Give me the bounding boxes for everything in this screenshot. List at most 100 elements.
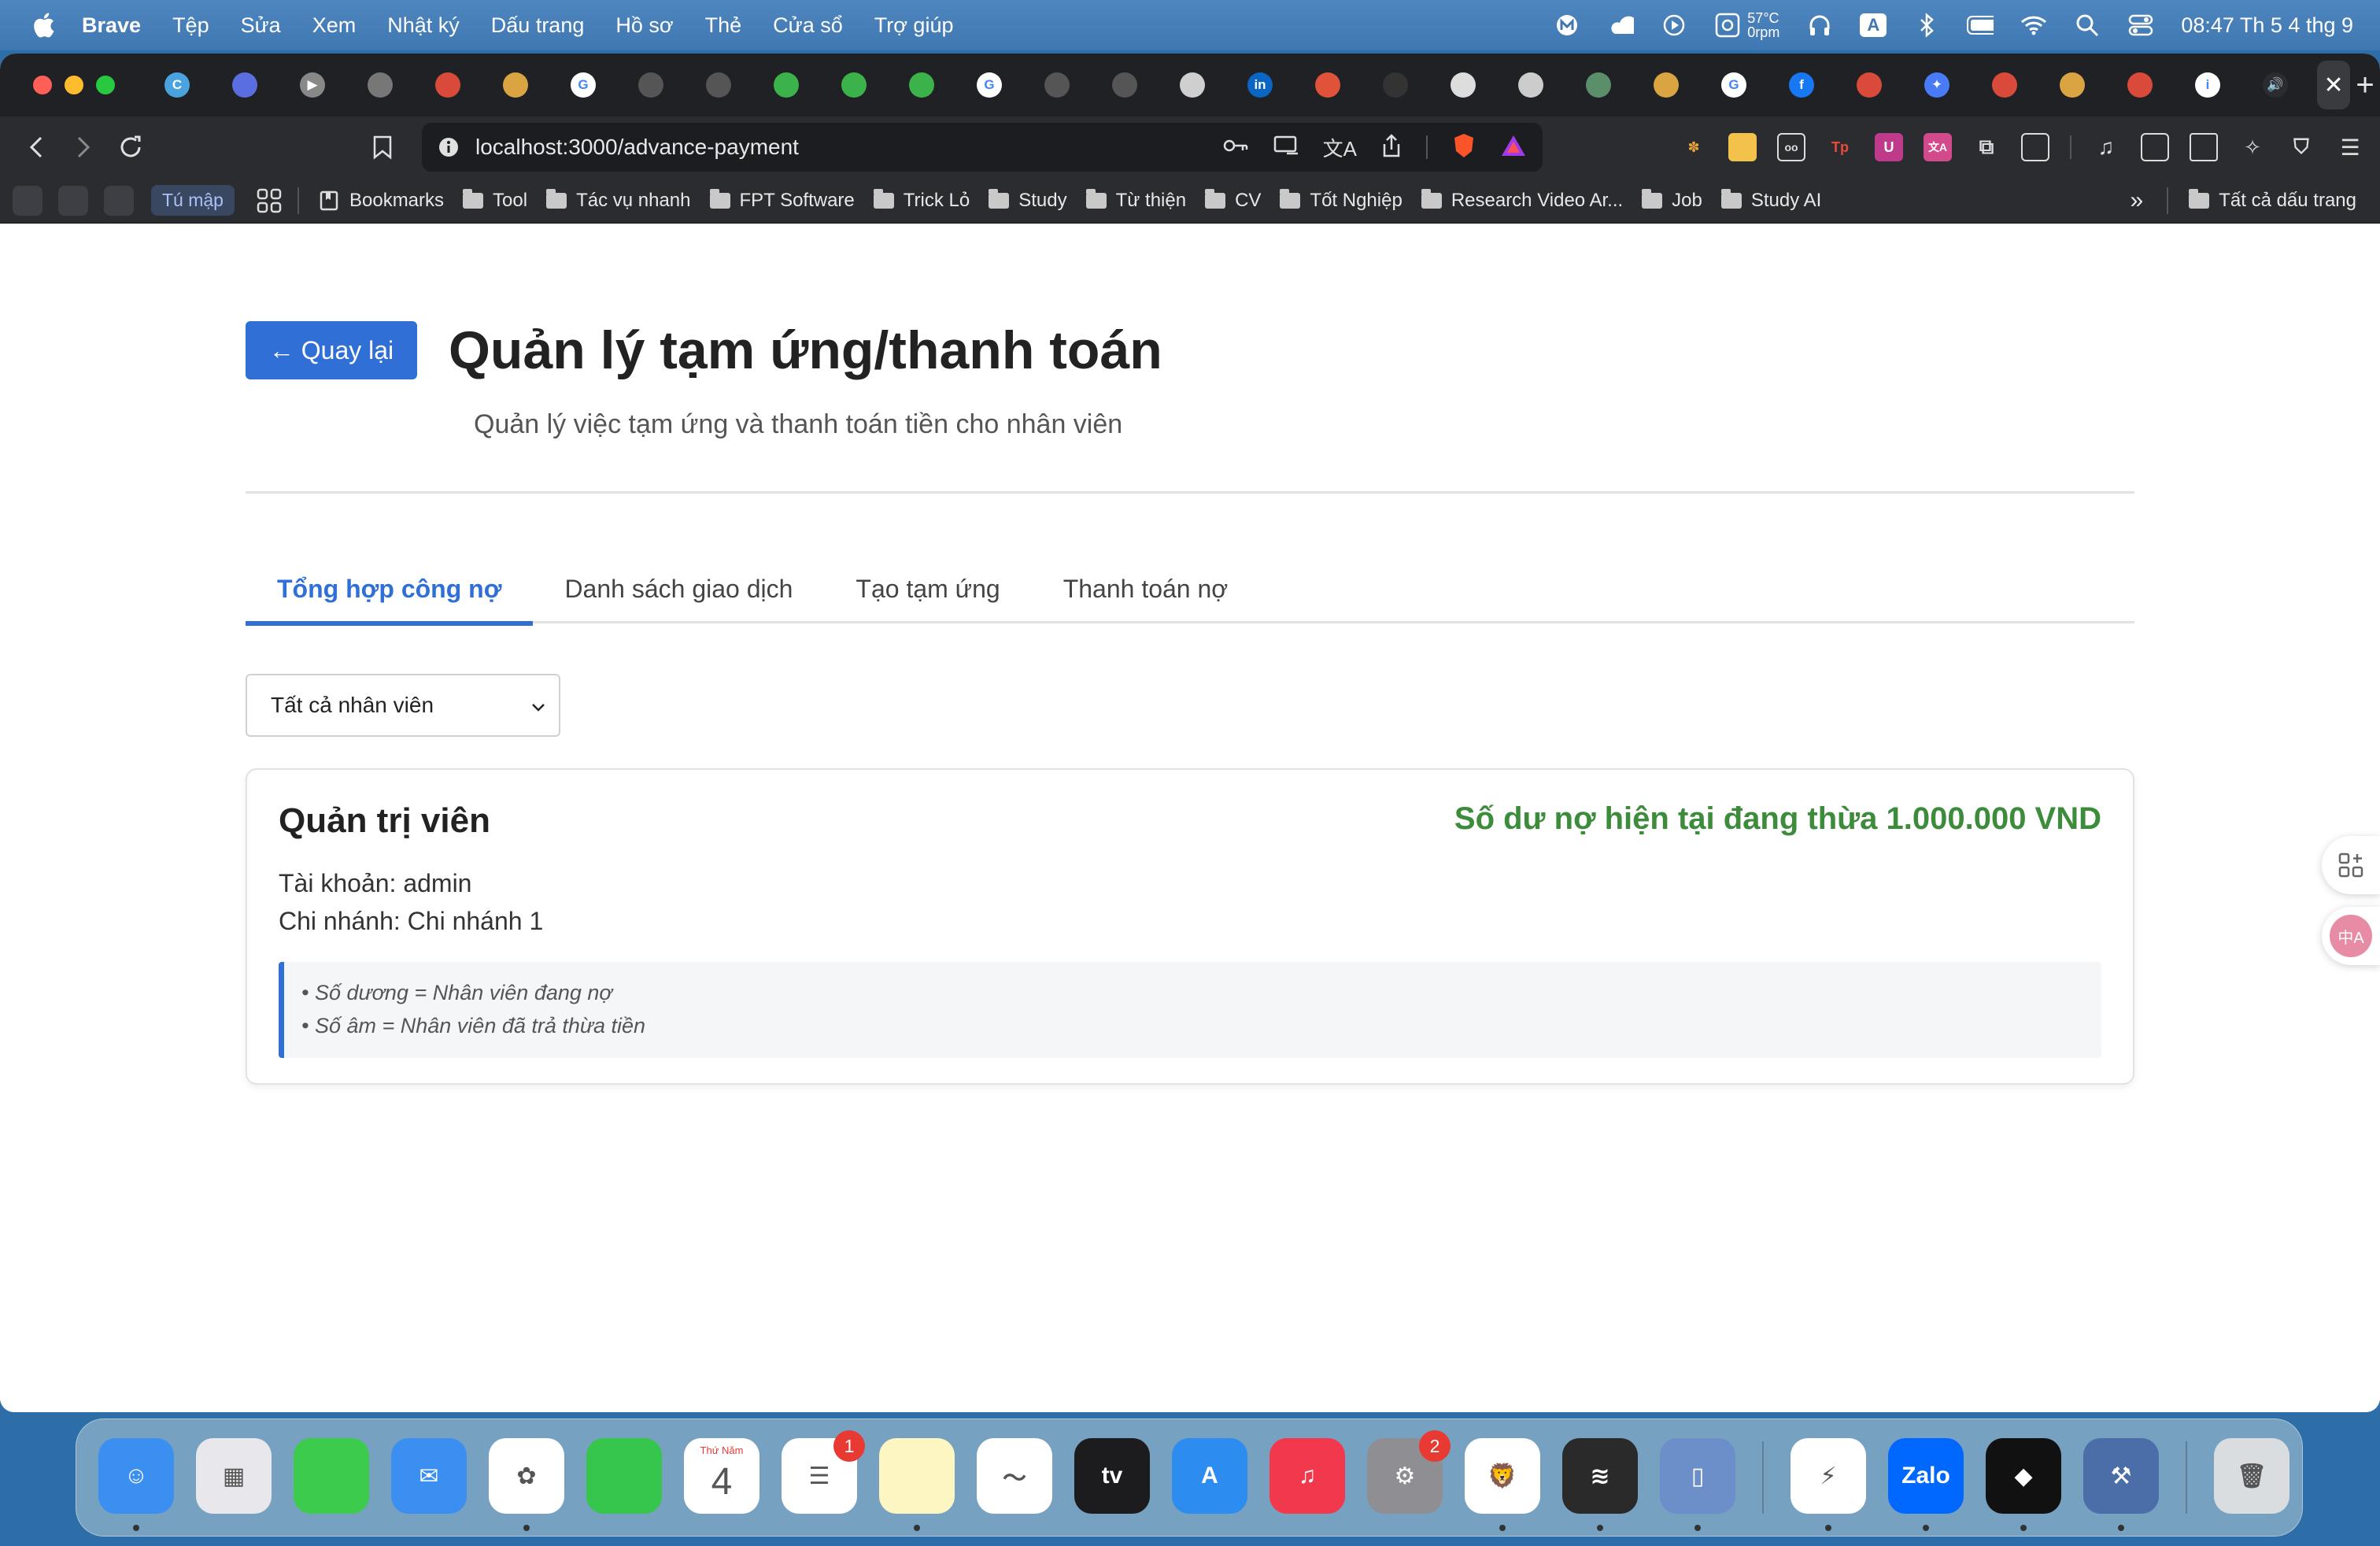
extension-square-icon[interactable] xyxy=(1728,133,1757,161)
pinned-tab[interactable]: C xyxy=(143,54,211,117)
bookmark-folder-study[interactable]: Study xyxy=(989,188,1067,212)
pinned-tab[interactable] xyxy=(1971,54,2038,117)
pinned-tab[interactable]: in xyxy=(1226,54,1294,117)
zoom-window-button[interactable] xyxy=(96,76,115,94)
pinned-tab[interactable] xyxy=(685,54,752,117)
dock-app-spotify[interactable]: ≋ xyxy=(1562,1438,1638,1514)
close-tab-icon[interactable]: ✕ xyxy=(2323,72,2343,99)
employee-filter-select[interactable]: Tất cả nhân viên xyxy=(246,674,560,737)
tab-transaction-list[interactable]: Danh sách giao dịch xyxy=(533,557,824,623)
dock-app-apple-tv[interactable]: tv xyxy=(1074,1438,1150,1514)
floating-app-grid-icon[interactable] xyxy=(2322,836,2380,894)
key-icon[interactable] xyxy=(1222,136,1249,159)
site-info-icon[interactable] xyxy=(438,136,460,158)
dock-app-notes[interactable] xyxy=(879,1438,955,1514)
menu-tab[interactable]: Thẻ xyxy=(705,13,742,38)
dock-app-brave[interactable]: 🦁 xyxy=(1465,1438,1540,1514)
bookmark-tumap[interactable]: Tú mập xyxy=(151,185,235,216)
pinned-tab[interactable] xyxy=(1023,54,1091,117)
new-tab-button[interactable]: + xyxy=(2350,68,2380,103)
bookmark-folder-trick-lo[interactable]: Trick Lỏ xyxy=(873,188,970,212)
url-text[interactable]: localhost:3000/advance-payment xyxy=(475,135,799,160)
bookmark-square-icon[interactable] xyxy=(13,185,42,216)
extension-film-icon[interactable]: ✽ xyxy=(1680,133,1708,161)
extension-search-icon[interactable] xyxy=(2021,133,2049,161)
pinned-tab[interactable]: i xyxy=(2174,54,2241,117)
close-window-button[interactable] xyxy=(33,76,52,94)
bookmark-folder-research[interactable]: Research Video Ar... xyxy=(1421,188,1623,212)
pinned-tab[interactable] xyxy=(1091,54,1159,117)
floating-translate-icon[interactable]: 中A xyxy=(2322,907,2380,965)
wallet-icon[interactable] xyxy=(2190,133,2218,161)
wifi-icon[interactable] xyxy=(2020,12,2047,39)
brave-rewards-icon[interactable] xyxy=(1500,134,1527,161)
pinned-tab[interactable]: G xyxy=(1700,54,1768,117)
pinned-tab[interactable] xyxy=(414,54,482,117)
dock-app-reminders[interactable]: ☰ 1 xyxy=(782,1430,865,1514)
dock-app-photos[interactable]: ✿ xyxy=(489,1438,564,1514)
media-music-icon[interactable]: ♫ xyxy=(2092,133,2120,161)
dock-app-system-settings[interactable]: ⚙ 2 xyxy=(1367,1430,1451,1514)
dock-app-simulator[interactable]: ▯ xyxy=(1660,1438,1735,1514)
bookmark-page-icon[interactable] xyxy=(359,124,406,171)
bluetooth-icon[interactable] xyxy=(1913,12,1940,39)
pinned-tab[interactable] xyxy=(2038,54,2106,117)
dock-app-music[interactable]: ♫ xyxy=(1269,1438,1345,1514)
dock-app-mail[interactable]: ✉ xyxy=(391,1438,467,1514)
reload-icon[interactable] xyxy=(107,124,154,171)
pinned-tab[interactable] xyxy=(1294,54,1362,117)
menu-bookmarks[interactable]: Dấu trang xyxy=(491,13,585,38)
vpn-shield-icon[interactable]: ⛉ xyxy=(2287,133,2315,161)
pinned-tab[interactable] xyxy=(1497,54,1565,117)
dock-app-zalo[interactable]: Zalo xyxy=(1888,1438,1964,1514)
pinned-tab[interactable] xyxy=(1429,54,1497,117)
menu-help[interactable]: Trợ giúp xyxy=(874,13,954,38)
bookmark-folder-tot-nghiep[interactable]: Tốt Nghiệp xyxy=(1280,188,1402,212)
pinned-tab[interactable]: G xyxy=(955,54,1023,117)
bookmark-square-icon[interactable] xyxy=(104,185,134,216)
tab-create-advance[interactable]: Tạo tạm ứng xyxy=(824,557,1031,623)
minimize-window-button[interactable] xyxy=(65,76,83,94)
extension-translate-icon[interactable]: 文A xyxy=(1924,133,1952,161)
pinned-tab[interactable] xyxy=(888,54,955,117)
bookmark-bookmarks[interactable]: Bookmarks xyxy=(318,190,444,212)
bookmark-folder-tac-vu-nhanh[interactable]: Tác vụ nhanh xyxy=(546,188,691,212)
dock-app-app-store[interactable]: A xyxy=(1172,1438,1247,1514)
menu-view[interactable]: Xem xyxy=(312,13,357,38)
pinned-tab[interactable] xyxy=(1835,54,1903,117)
apps-grid-icon[interactable] xyxy=(255,187,283,215)
back-arrow-icon[interactable] xyxy=(13,124,60,171)
leo-ai-icon[interactable]: ✧ xyxy=(2238,133,2267,161)
pinned-tab[interactable] xyxy=(346,54,414,117)
menu-edit[interactable]: Sửa xyxy=(241,13,281,38)
malwarebytes-icon[interactable] xyxy=(1554,12,1580,39)
bookmark-folder-cv[interactable]: CV xyxy=(1205,188,1261,212)
control-center-icon[interactable] xyxy=(2127,12,2154,39)
apple-logo-icon[interactable] xyxy=(31,12,58,39)
pinned-tab[interactable] xyxy=(211,54,279,117)
dock-app-cursor[interactable]: ◆ xyxy=(1986,1438,2061,1514)
tab-debt-payment[interactable]: Thanh toán nợ xyxy=(1032,557,1260,623)
pinned-tab[interactable] xyxy=(820,54,888,117)
dock-app-calendar[interactable]: 4 Thứ Năm xyxy=(684,1438,759,1514)
dock-app-freeform[interactable]: 〜 xyxy=(977,1438,1052,1514)
pinned-tab[interactable] xyxy=(752,54,820,117)
sidebar-toggle-icon[interactable] xyxy=(2141,133,2169,161)
menu-window[interactable]: Cửa sổ xyxy=(773,13,843,38)
bookmarks-overflow-chevron-icon[interactable]: » xyxy=(2131,187,2144,214)
temperature-monitor[interactable]: 57°C 0rpm xyxy=(1714,11,1779,39)
bookmark-folder-job[interactable]: Job xyxy=(1642,188,1702,212)
menu-history[interactable]: Nhật ký xyxy=(387,13,460,38)
share-icon[interactable] xyxy=(1380,133,1402,162)
cloud-icon[interactable] xyxy=(1607,12,1635,39)
translate-icon[interactable]: 文A xyxy=(1323,133,1357,162)
brave-shields-icon[interactable] xyxy=(1451,132,1476,163)
extension-u-icon[interactable]: U xyxy=(1875,133,1903,161)
bookmark-folder-tu-thien[interactable]: Từ thiện xyxy=(1085,188,1186,212)
back-button[interactable]: ← Quay lại xyxy=(246,321,417,379)
dock-app-trash[interactable]: 🗑 xyxy=(2214,1438,2289,1514)
extensions-puzzle-icon[interactable]: ⧉ xyxy=(1972,133,2001,161)
extension-tp-icon[interactable]: Tp xyxy=(1826,133,1854,161)
cast-icon[interactable] xyxy=(1273,135,1299,161)
dock-app-xcode[interactable]: ⚒ xyxy=(2083,1438,2159,1514)
